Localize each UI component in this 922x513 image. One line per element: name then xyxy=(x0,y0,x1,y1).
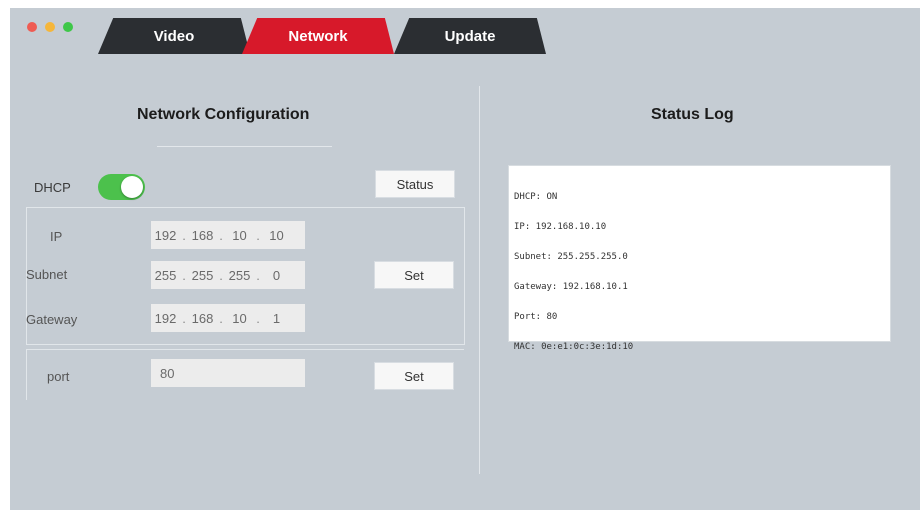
dhcp-toggle[interactable] xyxy=(98,174,145,200)
ip-octet-2[interactable]: 168 xyxy=(188,228,217,243)
log-line: Gateway: 192.168.10.1 xyxy=(514,282,628,292)
octet-separator: . xyxy=(219,227,223,243)
octet-separator: . xyxy=(219,310,223,326)
octet-separator: . xyxy=(219,267,223,283)
status-log-title: Status Log xyxy=(651,106,734,123)
subnet-mask-field[interactable]: 255. 255. 255. 0 xyxy=(151,261,305,289)
log-line: Port: 80 xyxy=(514,312,558,322)
ip-label: IP xyxy=(50,229,63,244)
gateway-label: Gateway xyxy=(26,312,78,327)
title-divider xyxy=(157,146,332,147)
ip-octet-4[interactable]: 10 xyxy=(262,228,291,243)
log-line: DHCP: ON xyxy=(514,192,558,202)
subnet-octet-3[interactable]: 255 xyxy=(225,268,254,283)
set-network-button[interactable]: Set xyxy=(374,261,454,289)
status-log-box[interactable]: DHCP: ON IP: 192.168.10.10 Subnet: 255.2… xyxy=(508,165,891,352)
log-line: MAC: 0e:e1:0c:3e:1d:10 xyxy=(514,342,634,352)
tab-video[interactable]: Video xyxy=(98,18,250,54)
app-window: Video Update Network Network Configurati… xyxy=(10,8,920,510)
port-input[interactable] xyxy=(151,359,305,387)
octet-separator: . xyxy=(182,227,186,243)
subnet-octet-1[interactable]: 255 xyxy=(151,268,180,283)
gateway-octet-3[interactable]: 10 xyxy=(225,311,254,326)
subnet-label: Subnet xyxy=(26,267,68,282)
set-port-button[interactable]: Set xyxy=(374,362,454,390)
log-line: Subnet: 255.255.255.0 xyxy=(514,252,628,262)
octet-separator: . xyxy=(182,310,186,326)
port-label: port xyxy=(47,369,70,384)
gateway-octet-2[interactable]: 168 xyxy=(188,311,217,326)
octet-separator: . xyxy=(182,267,186,283)
octet-separator: . xyxy=(256,227,260,243)
subnet-octet-2[interactable]: 255 xyxy=(188,268,217,283)
tab-network[interactable]: Network xyxy=(242,18,394,54)
octet-separator: . xyxy=(256,267,260,283)
ip-octet-1[interactable]: 192 xyxy=(151,228,180,243)
network-configuration-title: Network Configuration xyxy=(137,106,310,123)
gateway-octet-1[interactable]: 192 xyxy=(151,311,180,326)
gateway-octet-4[interactable]: 1 xyxy=(262,311,291,326)
toggle-knob xyxy=(121,176,143,198)
minimize-window-dot[interactable] xyxy=(45,22,55,32)
ip-octet-3[interactable]: 10 xyxy=(225,228,254,243)
close-window-dot[interactable] xyxy=(27,22,37,32)
ip-address-field[interactable]: 192. 168. 10. 10 xyxy=(151,221,305,249)
maximize-window-dot[interactable] xyxy=(63,22,73,32)
subnet-octet-4[interactable]: 0 xyxy=(262,268,291,283)
gateway-field[interactable]: 192. 168. 10. 1 xyxy=(151,304,305,332)
panel-divider xyxy=(479,86,480,474)
dhcp-label: DHCP xyxy=(34,180,71,195)
status-button[interactable]: Status xyxy=(375,170,455,198)
log-line: IP: 192.168.10.10 xyxy=(514,222,607,232)
octet-separator: . xyxy=(256,310,260,326)
tab-update[interactable]: Update xyxy=(394,18,546,54)
